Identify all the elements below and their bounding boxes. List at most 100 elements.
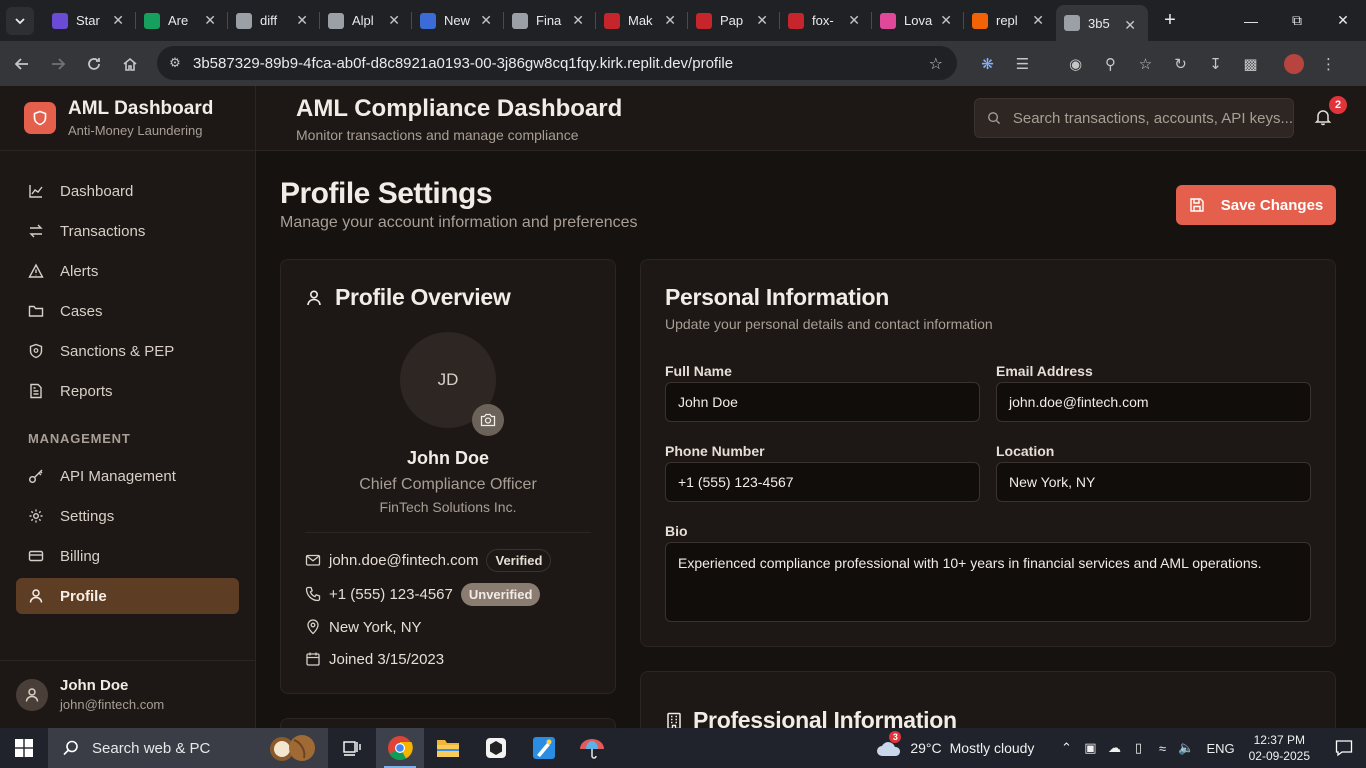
action-center-button[interactable]	[1328, 739, 1360, 757]
top-header: AML Compliance Dashboard Monitor transac…	[256, 86, 1366, 151]
browser-tab[interactable]: Fina ✕	[504, 0, 596, 41]
task-view-button[interactable]	[328, 728, 376, 768]
bookmark-star-icon[interactable]: ☆	[929, 54, 943, 74]
close-tab-icon[interactable]: ✕	[756, 12, 768, 29]
translate-icon[interactable]: ▩	[1233, 55, 1268, 73]
browser-tab[interactable]: Are ✕	[136, 0, 228, 41]
sidebar-item-label: Alerts	[60, 262, 99, 280]
chevron-up-icon[interactable]: ⌃	[1054, 740, 1078, 756]
volume-icon[interactable]: 🔈	[1174, 740, 1198, 756]
browser-tab[interactable]: Lova ✕	[872, 0, 964, 41]
close-tab-icon[interactable]: ✕	[480, 12, 492, 29]
site-info-icon[interactable]: ⚙	[165, 55, 185, 71]
close-tab-icon[interactable]: ✕	[1124, 17, 1136, 34]
reload-button[interactable]	[76, 46, 112, 82]
email-input[interactable]: john.doe@fintech.com	[996, 382, 1311, 422]
taskbar-chrome[interactable]	[376, 728, 424, 768]
save-changes-button[interactable]: Save Changes	[1176, 185, 1336, 225]
sidebar-item-dashboard[interactable]: Dashboard	[16, 173, 239, 209]
tab-favicon-icon	[512, 12, 528, 29]
close-tab-icon[interactable]: ✕	[848, 12, 860, 29]
sidebar-item-sanctions-pep[interactable]: Sanctions & PEP	[16, 333, 239, 369]
download-icon[interactable]: ↧	[1198, 55, 1233, 73]
arrows-exchange-icon	[28, 223, 44, 239]
menu-icon[interactable]: ⋮	[1311, 55, 1346, 73]
bio-textarea[interactable]: Experienced compliance professional with…	[665, 542, 1311, 622]
browser-tab[interactable]: Star ✕	[44, 0, 136, 41]
sidebar-item-billing[interactable]: Billing	[16, 538, 239, 574]
taskbar-app-paint[interactable]	[520, 728, 568, 768]
new-tab-button[interactable]: +	[1156, 9, 1184, 32]
taskbar-app-cube[interactable]	[472, 728, 520, 768]
sidebar-item-cases[interactable]: Cases	[16, 293, 239, 329]
close-tab-icon[interactable]: ✕	[940, 12, 952, 29]
browser-tab[interactable]: 3b5 ✕	[1056, 5, 1148, 41]
profile-overview-card: Profile Overview JD John Doe Chief Compl…	[280, 259, 616, 694]
minimize-button[interactable]: —	[1228, 0, 1274, 41]
battery-icon[interactable]: ▯	[1126, 740, 1150, 756]
tab-title: Star	[76, 13, 100, 28]
weather-temperature: 29°C	[910, 740, 942, 756]
wifi-icon[interactable]: ≈	[1150, 741, 1174, 756]
close-tab-icon[interactable]: ✕	[1032, 12, 1044, 29]
location-input[interactable]: New York, NY	[996, 462, 1311, 502]
address-bar[interactable]: ⚙ 3b587329-89b9-4fca-ab0f-d8c8921a0193-0…	[157, 46, 957, 80]
verified-badge: Verified	[486, 548, 552, 572]
taskbar-search[interactable]: Search web & PC	[48, 728, 328, 768]
close-tab-icon[interactable]: ✕	[388, 12, 400, 29]
notifications-button[interactable]: 2	[1314, 96, 1347, 132]
sidebar-item-api-management[interactable]: API Management	[16, 458, 239, 494]
sidebar-item-label: API Management	[60, 467, 176, 485]
change-photo-button[interactable]	[472, 404, 504, 436]
meet-icon[interactable]: ▣	[1078, 740, 1102, 756]
taskbar-app-umbrella[interactable]	[568, 728, 616, 768]
browser-tab[interactable]: repl ✕	[964, 0, 1056, 41]
language-indicator[interactable]: ENG	[1206, 741, 1234, 756]
browser-tab[interactable]: Pap ✕	[688, 0, 780, 41]
browser-tab[interactable]: New ✕	[412, 0, 504, 41]
history-icon[interactable]: ↻	[1163, 55, 1198, 73]
browser-tab[interactable]: Alpl ✕	[320, 0, 412, 41]
arrow-right-icon	[52, 57, 66, 70]
phone-input[interactable]: +1 (555) 123-4567	[665, 462, 980, 502]
full-name-input[interactable]: John Doe	[665, 382, 980, 422]
sidebar-item-profile[interactable]: Profile	[16, 578, 239, 614]
screenshot-icon[interactable]: ◉	[1058, 55, 1093, 73]
close-tab-icon[interactable]: ✕	[664, 12, 676, 29]
tab-favicon-icon	[52, 12, 68, 29]
profile-location-row: New York, NY	[305, 615, 422, 639]
puzzle-icon[interactable]: ☰	[1005, 55, 1040, 73]
tab-search-button[interactable]	[6, 6, 34, 35]
restore-button[interactable]: ⧉	[1274, 0, 1320, 41]
browser-tab[interactable]: Mak ✕	[596, 0, 688, 41]
taskbar-file-explorer[interactable]	[424, 728, 472, 768]
close-tab-icon[interactable]: ✕	[572, 12, 584, 29]
onedrive-icon[interactable]: ☁	[1102, 740, 1126, 756]
close-tab-icon[interactable]: ✕	[112, 12, 124, 29]
clock[interactable]: 12:37 PM 02-09-2025	[1249, 732, 1310, 764]
profile-name: John Doe	[406, 448, 489, 468]
sidebar-user[interactable]: John Doe john@fintech.com	[0, 660, 255, 728]
key-icon[interactable]: ⚲	[1093, 55, 1128, 73]
forward-button[interactable]	[40, 46, 76, 82]
close-window-button[interactable]: ✕	[1320, 0, 1366, 41]
avatar-initials: JD	[437, 370, 459, 389]
sidebar-item-settings[interactable]: Settings	[16, 498, 239, 534]
extension-icon[interactable]: ❋	[970, 55, 1005, 73]
browser-tab[interactable]: fox- ✕	[780, 0, 872, 41]
start-button[interactable]	[0, 728, 48, 768]
close-tab-icon[interactable]: ✕	[204, 12, 216, 29]
sidebar-item-reports[interactable]: Reports	[16, 373, 239, 409]
page-title: Profile Settings	[280, 177, 493, 210]
browser-tab[interactable]: diff ✕	[228, 0, 320, 41]
secondary-card	[280, 718, 616, 728]
sidebar-item-alerts[interactable]: Alerts	[16, 253, 239, 289]
close-tab-icon[interactable]: ✕	[296, 12, 308, 29]
back-button[interactable]	[4, 46, 40, 82]
favorites-icon[interactable]: ☆	[1128, 55, 1163, 73]
home-button[interactable]	[112, 46, 148, 82]
weather-widget[interactable]: 3 29°C Mostly cloudy	[876, 731, 1034, 758]
sidebar-item-transactions[interactable]: Transactions	[16, 213, 239, 249]
profile-icon[interactable]	[1276, 53, 1311, 74]
search-input[interactable]: Search transactions, accounts, API keys.…	[974, 98, 1294, 138]
